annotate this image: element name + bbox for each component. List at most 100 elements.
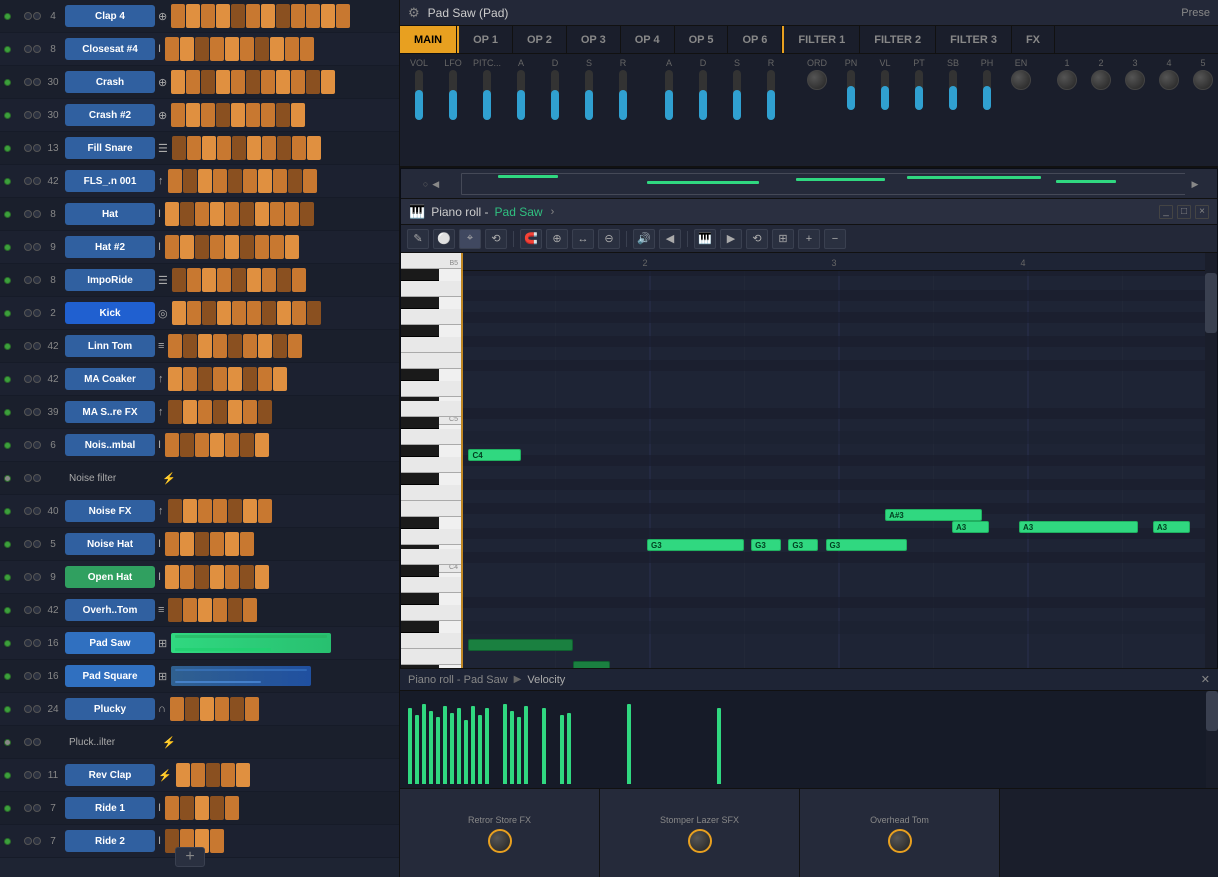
black-key-bb5[interactable] [401,269,439,281]
zoom-tool[interactable]: ⟲ [485,229,507,249]
track-name-button[interactable]: Crash [65,71,155,93]
magnet-tool[interactable]: 🧲 [520,229,542,249]
vel-bar[interactable] [415,715,419,784]
synth-tab-op1[interactable]: OP 1 [457,26,513,53]
select-tool[interactable]: ⌖ [459,229,481,249]
white-key-e4[interactable] [401,501,461,517]
black-key-bb3[interactable] [401,565,439,577]
white-key-e3[interactable] [401,649,461,665]
pattern-cell[interactable] [231,4,245,28]
vel-bar[interactable] [422,704,426,784]
track-name-button[interactable]: Noise FX [65,500,155,522]
white-key-e5[interactable] [401,353,461,369]
knob-5[interactable] [1193,70,1213,90]
white-key-d5[interactable] [401,381,461,397]
black-key-gb5[interactable] [401,325,439,337]
play-tool[interactable]: ▶ [720,229,742,249]
scrollbar-thumb[interactable] [1205,273,1217,333]
vel-bar[interactable] [436,717,440,784]
pad-saw-button[interactable]: Pad Saw [65,632,155,654]
release1-slider[interactable] [619,70,627,120]
black-key-ab4[interactable] [401,445,439,457]
close-button[interactable]: × [1195,205,1209,219]
synth-tab-op3[interactable]: OP 3 [567,26,621,53]
synth-tab-filter2[interactable]: FILTER 2 [860,26,936,53]
loop-tool[interactable]: ⟲ [746,229,768,249]
white-key-b4[interactable] [401,401,461,417]
minimize-button[interactable]: _ [1159,205,1173,219]
solo-btn[interactable] [24,12,32,20]
track-name-button[interactable]: Clap 4 [65,5,155,27]
note-c3-1[interactable] [468,639,572,651]
synth-tab-op5[interactable]: OP 5 [675,26,729,53]
black-key-eb5[interactable] [401,369,439,381]
track-name-button[interactable]: MA S..re FX [65,401,155,423]
mute-button[interactable] [4,13,11,20]
synth-tab-op6[interactable]: OP 6 [728,26,782,53]
vel-scrollbar-thumb[interactable] [1206,691,1218,731]
cut-tool[interactable]: ⚪ [433,229,455,249]
pad-saw-pattern[interactable] [171,633,331,653]
maximize-button[interactable]: □ [1177,205,1191,219]
note-a3-1[interactable]: A3 [952,521,989,533]
synth-tab-filter1[interactable]: FILTER 1 [782,26,860,53]
sustain2-slider[interactable] [733,70,741,120]
pattern-cell[interactable] [306,4,320,28]
black-key-eb4[interactable] [401,517,439,529]
knob-3[interactable] [1125,70,1145,90]
pattern-cell[interactable] [171,4,185,28]
knob-4[interactable] [1159,70,1179,90]
white-key-a5[interactable] [401,281,461,297]
vel-bar[interactable] [457,708,461,784]
pattern-cell[interactable] [186,4,200,28]
white-key-b5[interactable]: B5 [401,253,461,269]
knob-1[interactable] [1057,70,1077,90]
pattern-cell[interactable] [291,4,305,28]
piano-roll-minimap[interactable]: ○ ◀ ▶ [401,169,1217,199]
pn-slider[interactable] [847,70,855,110]
expand-tool[interactable]: ⊞ [772,229,794,249]
vel-bar[interactable] [717,708,721,784]
white-key-f4[interactable] [401,485,461,501]
black-key-bb4[interactable] [401,417,439,429]
track-name-button[interactable]: Hat [65,203,155,225]
attack2-slider[interactable] [665,70,673,120]
track-name-button[interactable]: MA Coaker [65,368,155,390]
vel-bar[interactable] [429,711,433,784]
slice-tool[interactable]: ⊖ [598,229,620,249]
vel-bar[interactable] [517,717,521,784]
vel-bar[interactable] [542,708,546,784]
white-key-f3[interactable] [401,633,461,649]
white-key-g4[interactable] [401,457,461,473]
playhead[interactable] [461,253,463,697]
white-key-g3[interactable] [401,605,461,621]
zoom-in-tool[interactable]: + [798,229,820,249]
piano-tool[interactable]: 🎹 [694,229,716,249]
minimap-scroll-right[interactable]: ▶ [1185,169,1205,199]
vel-bar[interactable] [627,704,631,784]
vel-bar[interactable] [510,711,514,784]
track-name-button[interactable]: Crash #2 [65,104,155,126]
pattern-cell[interactable] [261,4,275,28]
track-name-button[interactable]: Noise Hat [65,533,155,555]
note-g3-3[interactable]: G3 [788,539,818,551]
pattern-cell[interactable] [336,4,350,28]
note-g3-2[interactable]: G3 [751,539,781,551]
white-key-d4[interactable] [401,529,461,545]
lfo-slider[interactable] [449,70,457,120]
pattern-cell[interactable] [321,4,335,28]
open-hat-button[interactable]: Open Hat [65,566,155,588]
track-name-button[interactable]: FLS_.n 001 [65,170,155,192]
track-name-button[interactable]: Nois..mbal [65,434,155,456]
minimap-scroll-left[interactable]: ◀ [432,179,439,190]
release2-slider[interactable] [767,70,775,120]
note-g3-1[interactable]: G3 [647,539,744,551]
vel-bar[interactable] [524,706,528,784]
pattern-cell[interactable] [216,4,230,28]
decay1-slider[interactable] [551,70,559,120]
velocity-content[interactable] [400,691,1218,788]
piano-roll-grid[interactable]: 2 3 4 C4 G3 G3 G3 G3 A#3 A3 A3 A3 [461,253,1217,697]
vel-bar[interactable] [560,715,564,784]
black-key-ab5[interactable] [401,297,439,309]
decay2-slider[interactable] [699,70,707,120]
